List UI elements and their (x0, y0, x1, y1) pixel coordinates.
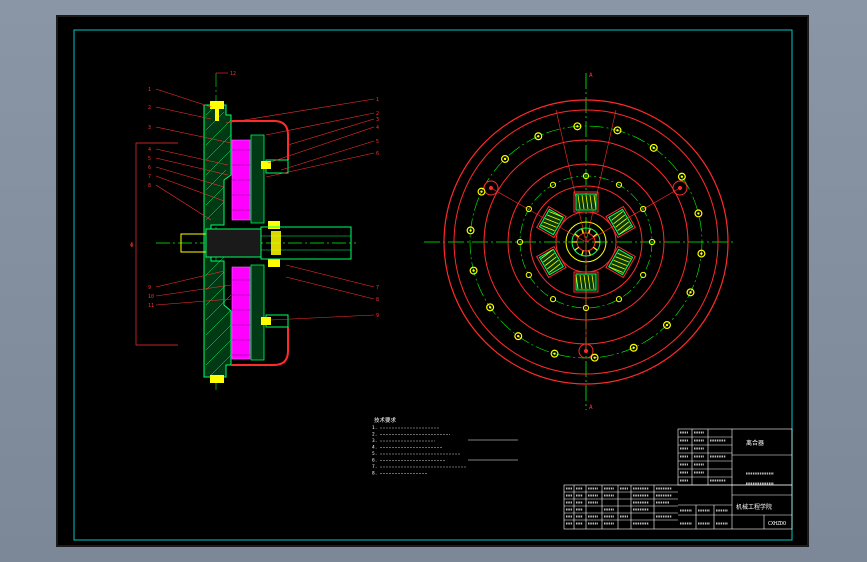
front-view: A A (424, 72, 736, 411)
friction-lining-lower (231, 266, 251, 360)
tech-req-line: 8. (372, 471, 377, 477)
spring-window (573, 271, 599, 293)
callout-left: 10 (148, 294, 154, 300)
spline-tooth (574, 246, 580, 251)
spring-window (536, 245, 567, 279)
spline-tooth (574, 233, 580, 238)
callout-right: 3 (376, 117, 379, 123)
callout-left: 3 (148, 125, 151, 131)
callout-right: 5 (376, 139, 379, 145)
release-collar (271, 231, 281, 255)
bearing-lower (268, 259, 280, 267)
callout-right: 8 (376, 297, 379, 303)
pressure-plate-upper (250, 134, 265, 224)
school-name: 机械工程学院 (736, 503, 772, 511)
tech-req-line: 6. (372, 458, 377, 464)
callout-right: 4 (376, 125, 379, 131)
callout-left: 8 (148, 183, 151, 189)
drawing-number: CXHZDO (768, 521, 786, 527)
dimension-bracket (135, 142, 178, 346)
spring-window (573, 191, 599, 213)
tech-req-line: 4. (372, 445, 377, 451)
tech-req-line: 5. (372, 451, 377, 457)
bolt-top-shank (215, 109, 219, 121)
drawing-border (73, 29, 793, 541)
callout-right: 6 (376, 151, 379, 157)
callout-left: 1 (148, 87, 151, 93)
spring-window (536, 205, 567, 239)
rivet-lower (261, 317, 271, 325)
callout-left: 9 (148, 285, 151, 291)
callout-left: 11 (148, 303, 154, 309)
tech-req-title: 技术要求 (374, 416, 397, 424)
callout-left: 6 (148, 165, 151, 171)
rivet-hole (525, 271, 532, 279)
section-view: Φ 123456789101112 123456789 (130, 71, 379, 390)
spring-window (605, 245, 636, 279)
spline-tooth (592, 233, 598, 238)
tech-req-line: 7. (372, 464, 377, 470)
callout-right: 7 (376, 285, 379, 291)
tech-req-line: 1. (372, 425, 377, 431)
spline-tooth (592, 246, 598, 251)
callout-left: 2 (148, 105, 151, 111)
callout-left: 4 (148, 147, 151, 153)
spline-tooth (588, 250, 591, 256)
rivet-hole (640, 271, 647, 279)
dimension-text: Φ (130, 242, 134, 249)
radial-lines (490, 109, 681, 351)
rivet-hole (549, 296, 557, 303)
drawing-name: 离合器 (746, 439, 764, 447)
technical-requirements: 技术要求 1.2.3.4.5.6.7.8. (372, 416, 518, 477)
spring-window (605, 205, 636, 239)
tech-req-line: 2. (372, 432, 377, 438)
callout-right: 9 (376, 313, 379, 319)
callout-left: 12 (230, 71, 236, 77)
bolt-bottom (210, 375, 224, 383)
bearing-upper (268, 221, 280, 229)
spline-tooth (581, 250, 584, 256)
callout-left: 5 (148, 156, 151, 162)
hub (205, 228, 262, 258)
cad-viewport[interactable]: Φ 1 2 3 4 5 6 7 8 9 10 11 12 1 2 3 4 5 6… (56, 15, 809, 547)
svg-text:A: A (589, 404, 593, 411)
tech-req-line: 3. (372, 438, 377, 444)
svg-text:A: A (589, 72, 593, 79)
pressure-plate-lower (250, 264, 265, 361)
drawing-canvas: Φ 123456789101112 123456789 A A 技术要求 1.2… (73, 29, 793, 541)
callout-right: 1 (376, 97, 379, 103)
callout-left: 7 (148, 174, 151, 180)
bolt-top (210, 101, 224, 109)
callouts-right: 123456789 (376, 97, 379, 319)
